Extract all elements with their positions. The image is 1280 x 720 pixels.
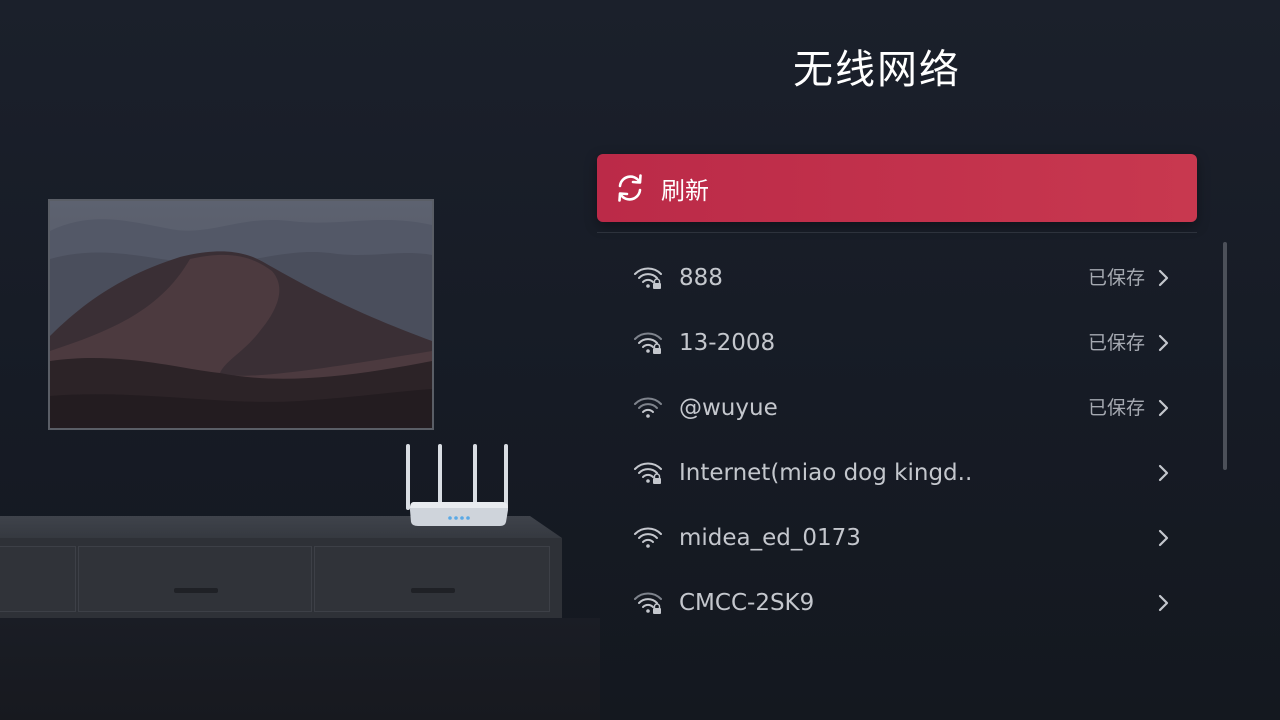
wifi-settings-screen: 无线网络 刷新 888 已保存 13-2008 已保存 @wuyue 已保存 I… [0, 0, 1280, 720]
wifi-network-item[interactable]: midea_ed_0173 [597, 506, 1197, 570]
drawer-handle [411, 588, 455, 593]
chevron-right-icon [1157, 398, 1171, 418]
wifi-locked-icon [633, 330, 663, 356]
desert-wallpaper-image [50, 201, 432, 428]
network-saved-status: 已保存 [1087, 397, 1145, 419]
network-name: @wuyue [679, 395, 778, 421]
wifi-network-item[interactable]: @wuyue 已保存 [597, 376, 1197, 440]
tv-cabinet [0, 538, 562, 618]
wifi-network-list: 888 已保存 13-2008 已保存 @wuyue 已保存 Internet(… [597, 246, 1197, 636]
cabinet-drawer [0, 546, 76, 612]
network-name: 888 [679, 265, 723, 291]
wifi-network-item[interactable]: 888 已保存 [597, 246, 1197, 310]
cabinet-drawer [314, 546, 550, 612]
network-name: CMCC-2SK9 [679, 590, 815, 616]
refresh-icon [613, 171, 647, 205]
divider [597, 232, 1197, 233]
floor [0, 618, 600, 720]
wifi-locked-icon [633, 590, 663, 616]
network-saved-status: 已保存 [1087, 332, 1145, 354]
refresh-label: 刷新 [661, 176, 709, 205]
cabinet-drawer [78, 546, 312, 612]
router-illustration [400, 440, 515, 530]
wifi-network-item[interactable]: Internet(miao dog kingd.. [597, 441, 1197, 505]
chevron-right-icon [1157, 268, 1171, 288]
wifi-network-item[interactable]: 13-2008 已保存 [597, 311, 1197, 375]
network-name: midea_ed_0173 [679, 525, 861, 551]
network-name: 13-2008 [679, 330, 776, 356]
page-title: 无线网络 [793, 47, 961, 93]
list-scrollbar[interactable] [1223, 242, 1227, 470]
wifi-locked-icon [633, 460, 663, 486]
chevron-right-icon [1157, 333, 1171, 353]
tv-illustration [48, 199, 434, 430]
room-illustration [0, 0, 600, 720]
wifi-network-item[interactable]: CMCC-2SK9 [597, 571, 1197, 635]
drawer-handle [174, 588, 218, 593]
chevron-right-icon [1157, 593, 1171, 613]
wifi-locked-icon [633, 265, 663, 291]
wifi-icon [633, 525, 663, 551]
network-name: Internet(miao dog kingd.. [679, 460, 973, 486]
network-saved-status: 已保存 [1087, 267, 1145, 289]
refresh-button[interactable]: 刷新 [597, 154, 1197, 222]
chevron-right-icon [1157, 528, 1171, 548]
wifi-icon [633, 395, 663, 421]
chevron-right-icon [1157, 463, 1171, 483]
